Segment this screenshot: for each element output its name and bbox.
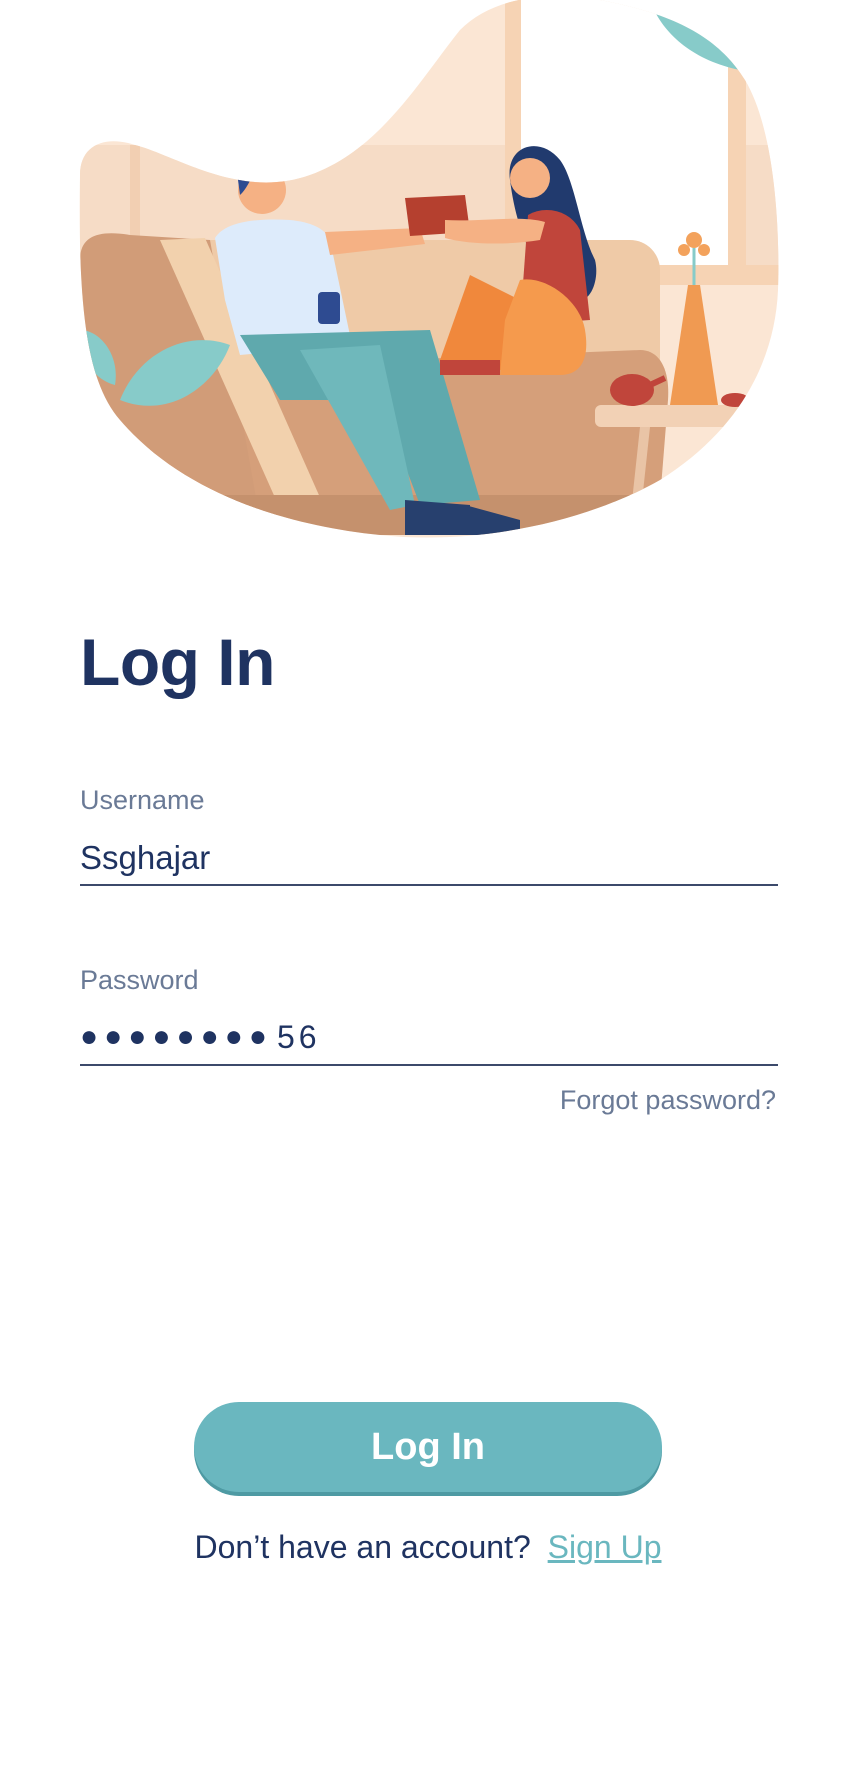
username-field-group: Username <box>80 780 778 886</box>
forgot-password-link[interactable]: Forgot password? <box>560 1082 776 1118</box>
signup-row: Don’t have an account? Sign Up <box>0 1525 856 1569</box>
page-title: Log In <box>80 625 275 699</box>
login-button[interactable]: Log In <box>194 1402 662 1492</box>
hero-illustration <box>0 0 856 560</box>
password-input[interactable] <box>80 1018 778 1066</box>
password-label: Password <box>80 965 199 995</box>
couple-on-sofa-illustration <box>79 0 779 538</box>
username-label: Username <box>80 785 205 815</box>
username-input[interactable] <box>80 838 778 886</box>
signup-prompt: Don’t have an account? <box>194 1529 531 1565</box>
signup-link[interactable]: Sign Up <box>548 1529 662 1565</box>
password-field-group: Password <box>80 960 778 1066</box>
